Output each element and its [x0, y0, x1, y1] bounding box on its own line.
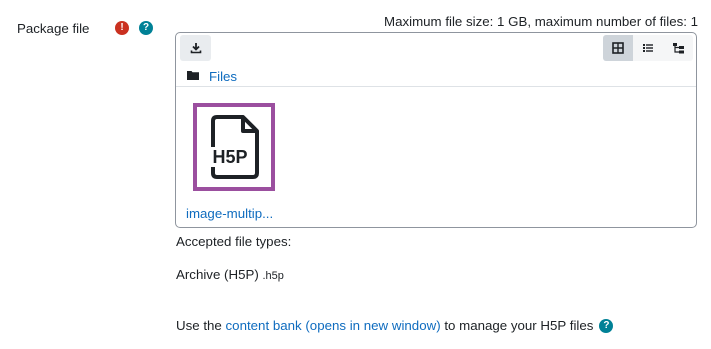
folder-icon [187, 71, 199, 80]
help-icon[interactable]: ? [139, 21, 153, 35]
bank-suffix: to manage your H5P files [440, 318, 594, 333]
svg-text:H5P: H5P [212, 147, 247, 167]
field-label: Package file [17, 21, 90, 36]
download-icon [190, 43, 201, 54]
bank-prefix: Use the [176, 318, 226, 333]
file-thumbnail[interactable]: H5P [193, 103, 275, 191]
download-button[interactable] [180, 35, 211, 61]
type-name: Archive (H5P) [176, 267, 259, 282]
max-file-info: Maximum file size: 1 GB, maximum number … [384, 14, 699, 29]
required-icon: ! [115, 21, 129, 35]
view-tree-button[interactable] [663, 35, 693, 61]
accepted-types-heading: Accepted file types: [176, 234, 292, 249]
view-switcher [603, 35, 693, 61]
content-bank-link[interactable]: content bank (opens in new window) [226, 318, 441, 333]
breadcrumb-files[interactable]: Files [209, 69, 237, 84]
tree-icon [672, 43, 684, 54]
divider [176, 86, 696, 87]
view-list-button[interactable] [633, 35, 663, 61]
content-bank-note: Use the content bank (opens in new windo… [176, 318, 614, 333]
view-grid-button[interactable] [603, 35, 633, 61]
help-icon[interactable]: ? [599, 318, 614, 333]
file-name-link[interactable]: image-multip... [186, 206, 273, 221]
list-icon [643, 44, 653, 52]
type-extension: .h5p [262, 270, 284, 282]
h5p-file-icon: H5P [205, 115, 259, 179]
accepted-type: Archive (H5P) .h5p [176, 267, 284, 282]
grid-icon [612, 42, 624, 54]
